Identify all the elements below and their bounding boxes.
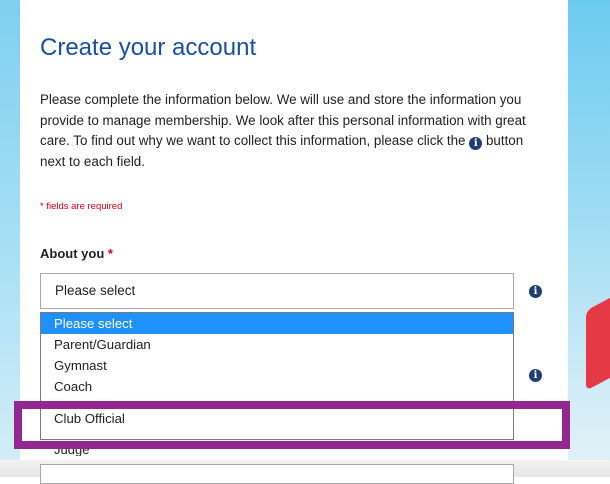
page-title: Create your account bbox=[40, 34, 257, 61]
required-fields-note: * fields are required bbox=[40, 201, 123, 212]
about-you-label-text: About you bbox=[40, 246, 105, 261]
about-you-info-icon[interactable]: i bbox=[529, 285, 542, 298]
option-gymnast[interactable]: Gymnast bbox=[41, 355, 513, 376]
about-you-label: About you * bbox=[40, 246, 113, 261]
option-coach[interactable]: Coach bbox=[41, 376, 513, 397]
option-parent-guardian[interactable]: Parent/Guardian bbox=[41, 334, 513, 355]
about-you-select[interactable]: Please select bbox=[40, 273, 514, 309]
info-icon: i bbox=[469, 137, 483, 150]
background-decoration bbox=[586, 289, 610, 391]
intro-text: Please complete the information below. W… bbox=[40, 90, 540, 172]
club-official-highlight-box bbox=[14, 401, 570, 449]
background-right bbox=[568, 0, 610, 477]
next-field-info-icon[interactable]: i bbox=[529, 369, 542, 382]
required-star: * bbox=[107, 246, 113, 261]
option-please-select[interactable]: Please select bbox=[41, 313, 513, 334]
next-field-select[interactable] bbox=[40, 464, 514, 484]
intro-text-part1: Please complete the information below. W… bbox=[40, 92, 526, 148]
registration-card: Create your account Please complete the … bbox=[20, 0, 568, 484]
